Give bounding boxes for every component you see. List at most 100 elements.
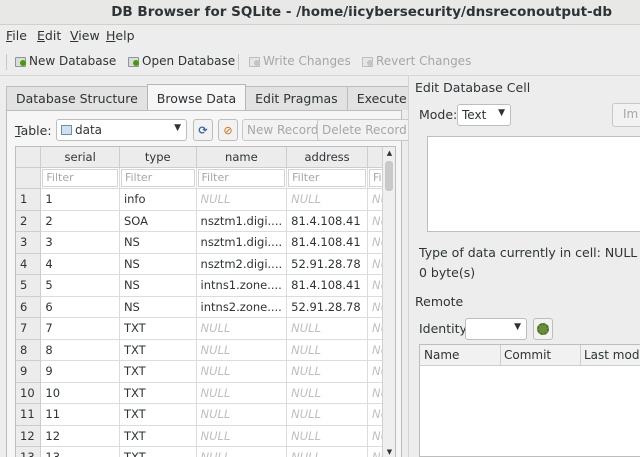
cell-name[interactable]: NULL [196,382,288,404]
scroll-down-icon[interactable]: ▼ [383,446,395,457]
row-number[interactable]: 2 [16,210,42,232]
cell-type[interactable]: NS [119,253,197,275]
remote-column-name[interactable]: Name [424,348,459,362]
cell-address[interactable]: NULL [286,382,368,404]
cell-name[interactable]: NULL [196,360,288,383]
row-number[interactable]: 12 [16,425,42,447]
cell-address[interactable]: 81.4.108.41 [286,210,368,232]
cell-address[interactable]: NULL [286,317,368,340]
cell-serial[interactable]: 11 [40,403,120,426]
row-number[interactable]: 9 [16,360,42,383]
column-header-name[interactable]: name [196,147,288,168]
tab-database-structure[interactable]: Database Structure [6,86,148,110]
cell-type[interactable]: NS [119,231,197,254]
filter-input[interactable]: Filter [120,168,195,187]
row-number[interactable]: 13 [16,446,42,457]
table-row[interactable]: 9 9 TXT NULL NULL NU [16,360,395,383]
cell-serial[interactable]: 4 [40,253,120,275]
cell-address[interactable]: NULL [286,339,368,361]
clear-filters-button[interactable]: ⊘ [218,119,238,141]
cell-type[interactable]: SOA [119,210,197,232]
filter-input[interactable]: Filter [197,168,286,187]
cell-name[interactable]: NULL [196,425,288,447]
cell-type[interactable]: NS [119,274,197,297]
row-number[interactable]: 10 [16,382,42,404]
table-row[interactable]: 4 4 NS nsztm2.digi.... 52.91.28.78 NU [16,253,395,275]
row-number[interactable]: 5 [16,274,42,297]
menu-file[interactable]: File [6,28,27,43]
cell-type[interactable]: NS [119,296,197,318]
cell-serial[interactable]: 13 [40,446,120,457]
cell-name[interactable]: nsztm1.digi.... [196,210,288,232]
mode-select[interactable]: Text ▼ [457,104,511,126]
cell-name[interactable]: NULL [196,403,288,426]
row-number[interactable]: 1 [16,188,42,211]
table-row[interactable]: 1313TXTNULLNULLNU [16,446,395,457]
cell-address[interactable]: 52.91.28.78 [286,253,368,275]
cell-name[interactable]: NULL [196,446,288,457]
column-header-type[interactable]: type [119,147,197,168]
cell-type[interactable]: TXT [119,382,197,404]
scroll-up-icon[interactable]: ▲ [383,147,395,160]
menu-edit[interactable]: Edit [37,28,61,43]
table-row[interactable]: 10 10 TXT NULL NULL NU [16,382,395,404]
cell-name[interactable]: nsztm2.digi.... [196,253,288,275]
table-row[interactable]: 3 3 NS nsztm1.digi.... 81.4.108.41 NU [16,231,395,254]
row-number[interactable]: 4 [16,253,42,275]
column-header-address[interactable]: address [286,147,368,168]
cell-name[interactable]: NULL [196,339,288,361]
data-grid[interactable]: serial type name address Filter Filter Fil… [15,146,396,457]
cell-type[interactable]: TXT [119,317,197,340]
cell-address[interactable]: NULL [286,446,368,457]
table-row[interactable]: 1 1 info NULL NULL NU [16,188,395,211]
table-row[interactable]: 7 7 TXT NULL NULL NU [16,317,395,340]
cell-address[interactable]: 81.4.108.41 [286,231,368,254]
row-number[interactable]: 6 [16,296,42,318]
tab-edit-pragmas[interactable]: Edit Pragmas [245,86,348,110]
cell-serial[interactable]: 3 [40,231,120,254]
new-database-button[interactable]: New Database [14,54,116,68]
cell-type[interactable]: TXT [119,360,197,383]
cell-serial[interactable]: 10 [40,382,120,404]
open-database-button[interactable]: Open Database [127,54,235,68]
cell-address[interactable]: 81.4.108.41 [286,274,368,297]
write-changes-button[interactable]: Write Changes [248,54,351,68]
cell-serial[interactable]: 6 [40,296,120,318]
remote-table[interactable]: Name Commit Last modifi [419,344,640,457]
filter-input[interactable]: Filter [42,168,118,187]
cell-address[interactable]: 52.91.28.78 [286,296,368,318]
cell-type[interactable]: TXT [119,403,197,426]
cell-name[interactable]: NULL [196,317,288,340]
identity-settings-button[interactable] [533,318,553,340]
cell-address[interactable]: NULL [286,403,368,426]
cell-name[interactable]: intns1.zone.... [196,274,288,297]
remote-column-last-modified[interactable]: Last modifi [584,348,640,362]
import-button[interactable]: Im [612,103,640,127]
table-row[interactable]: 12 12 TXT NULL NULL NU [16,425,395,447]
cell-serial[interactable]: 5 [40,274,120,297]
table-row[interactable]: 5 5 NS intns1.zone.... 81.4.108.41 NU [16,274,395,297]
new-record-button[interactable]: New Record [242,119,324,141]
revert-changes-button[interactable]: Revert Changes [361,54,471,68]
tab-browse-data[interactable]: Browse Data [146,84,247,110]
cell-editor[interactable] [427,136,640,232]
vertical-scrollbar[interactable]: ▲ ▼ [382,147,395,457]
cell-serial[interactable]: 2 [40,210,120,232]
cell-serial[interactable]: 8 [40,339,120,361]
cell-serial[interactable]: 12 [40,425,120,447]
cell-type[interactable]: TXT [119,339,197,361]
refresh-button[interactable]: ⟳ [193,119,213,141]
menu-help[interactable]: Help [106,28,135,43]
cell-serial[interactable]: 1 [40,188,120,211]
scrollbar-thumb[interactable] [385,161,393,191]
table-row[interactable]: 2 2 SOA nsztm1.digi.... 81.4.108.41 NU [16,210,395,232]
cell-address[interactable]: NULL [286,188,368,211]
row-number[interactable]: 11 [16,403,42,426]
cell-type[interactable]: info [119,188,197,211]
cell-serial[interactable]: 9 [40,360,120,383]
cell-type[interactable]: TXT [119,446,197,457]
row-number[interactable]: 8 [16,339,42,361]
menu-view[interactable]: View [70,28,100,43]
row-number[interactable]: 3 [16,231,42,254]
identity-select[interactable]: ▼ [465,318,527,340]
